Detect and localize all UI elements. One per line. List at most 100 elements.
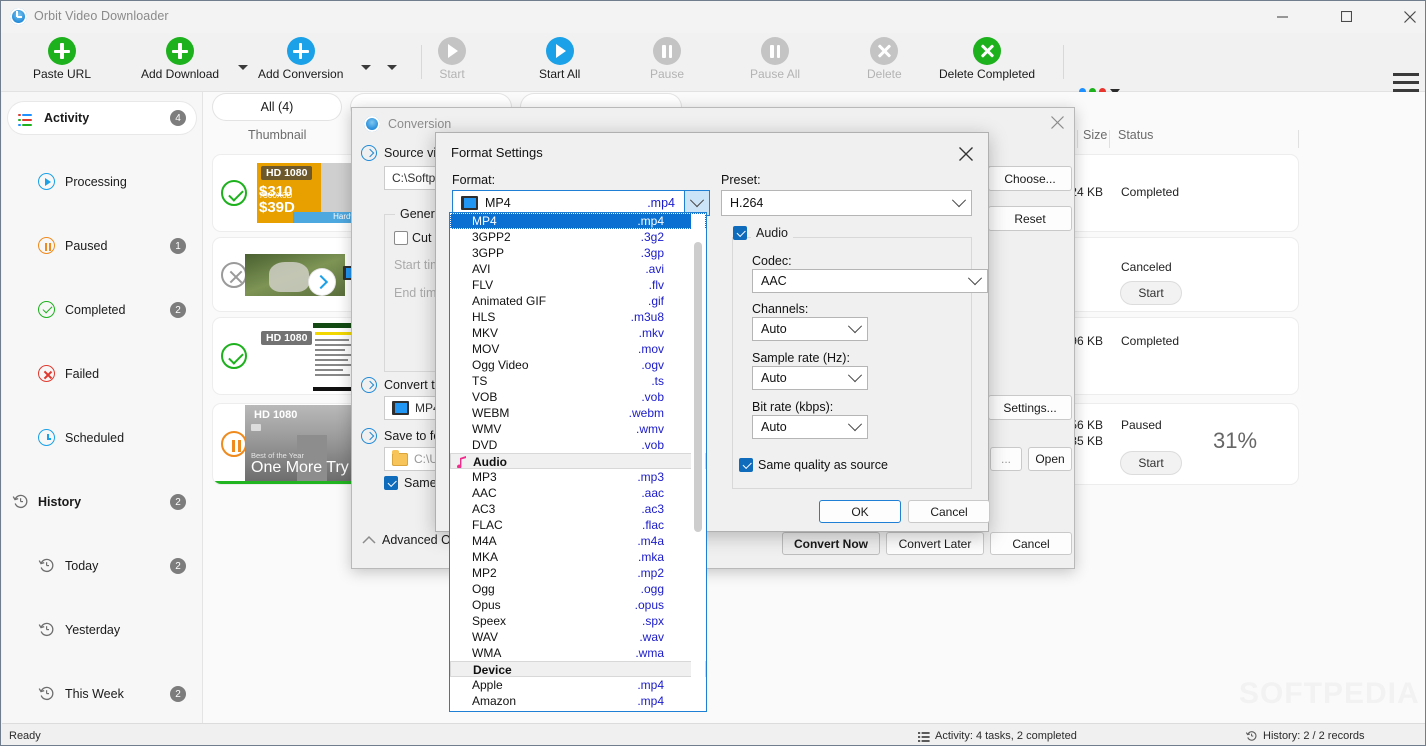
format-option-hls[interactable]: HLS .m3u8 [450, 309, 706, 325]
format-option-aac[interactable]: AAC .aac [450, 485, 706, 501]
format-option-flv[interactable]: FLV .flv [450, 277, 706, 293]
format-option-flac[interactable]: FLAC .flac [450, 517, 706, 533]
format-option-mp3[interactable]: MP3 .mp3 [450, 469, 706, 485]
start-button[interactable]: Start [1121, 282, 1181, 304]
tab-all[interactable]: All (4) [213, 94, 341, 120]
sidebar-label: Processing [65, 175, 127, 189]
format-option-ext: .m4a [637, 534, 664, 548]
cancel-button[interactable]: Cancel [990, 532, 1072, 555]
bit-rate-combo[interactable]: Auto [752, 415, 868, 439]
sample-rate-combo-arrow[interactable] [843, 367, 867, 389]
format-option-speex[interactable]: Speex .spx [450, 613, 706, 629]
format-option-mp4[interactable]: MP4 .mp4 [450, 213, 706, 229]
format-option-avi[interactable]: AVI .avi [450, 261, 706, 277]
same-as-input-checkbox[interactable] [384, 476, 398, 490]
format-settings-close-icon[interactable] [952, 141, 980, 167]
toolbar-button-paste-url[interactable]: Paste URL [33, 37, 91, 81]
sidebar-item-paused[interactable]: Paused 1 [2, 230, 202, 262]
status-cell: Canceled [1121, 260, 1172, 274]
status-ready-text: Ready [9, 730, 41, 742]
format-option-mp2[interactable]: MP2 .mp2 [450, 565, 706, 581]
format-option-wav[interactable]: WAV .wav [450, 629, 706, 645]
bit-rate-combo-arrow[interactable] [843, 416, 867, 438]
codec-combo-arrow[interactable] [963, 270, 987, 292]
toolbar-button-start-all[interactable]: Start All [539, 37, 580, 81]
format-option-ogg[interactable]: Ogg .ogg [450, 581, 706, 597]
sidebar-item-today[interactable]: Today 2 [2, 550, 202, 582]
format-option-webm[interactable]: WEBM .webm [450, 405, 706, 421]
next-thumbnail-icon[interactable] [309, 269, 335, 295]
format-option-mov[interactable]: MOV .mov [450, 341, 706, 357]
choose-button[interactable]: Choose... [988, 166, 1072, 191]
format-cancel-button[interactable]: Cancel [908, 500, 990, 523]
toolbar-button-delete-completed[interactable]: Delete Completed [939, 37, 1035, 81]
channels-combo-arrow[interactable] [843, 318, 867, 340]
add-conversion-dropdown-caret[interactable] [386, 61, 398, 71]
format-dropdown-list[interactable]: MP4 .mp4 3GPP2.3g2 3GPP .3gp AVI .avi FLV .flv An… [449, 212, 707, 712]
format-option-dvd[interactable]: DVD .vob [450, 437, 706, 453]
conversion-dialog-close-icon[interactable] [1043, 109, 1071, 135]
expand-arrow-icon[interactable] [361, 377, 377, 393]
expand-arrow-icon[interactable] [361, 145, 377, 161]
format-option-ac3[interactable]: AC3 .ac3 [450, 501, 706, 517]
format-option-amazon[interactable]: Amazon .mp4 [450, 693, 706, 709]
sidebar-item-completed[interactable]: Completed 2 [2, 294, 202, 326]
format-option-mkv[interactable]: MKV .mkv [450, 325, 706, 341]
sidebar-item-activity[interactable]: Activity 4 [8, 102, 196, 134]
format-option-label: WMA [472, 646, 502, 660]
dropdown-scrollbar[interactable] [691, 214, 705, 710]
format-option-ogg-video[interactable]: Ogg Video .ogv [450, 357, 706, 373]
sidebar-item-failed[interactable]: Failed [2, 358, 202, 390]
collapse-chevron-icon[interactable] [362, 535, 376, 547]
sidebar-item-this-week[interactable]: This Week 2 [2, 678, 202, 710]
sidebar-item-scheduled[interactable]: Scheduled [2, 422, 202, 454]
format-option-3gpp2[interactable]: 3GPP2 .3g2 [450, 229, 706, 245]
sidebar-label: Yesterday [65, 623, 121, 637]
settings-button[interactable]: Settings... [988, 395, 1072, 420]
preset-combo[interactable]: H.264 [721, 190, 972, 216]
convert-now-button[interactable]: Convert Now [782, 532, 880, 555]
same-quality-checkbox[interactable] [739, 458, 753, 472]
codec-combo[interactable]: AAC [752, 269, 988, 293]
dropdown-scrollbar-thumb[interactable] [694, 242, 702, 532]
audio-checkbox[interactable] [733, 226, 747, 240]
format-option-ts[interactable]: TS .ts [450, 373, 706, 389]
paste-url-dropdown-caret[interactable] [237, 61, 249, 71]
reset-button[interactable]: Reset [988, 206, 1072, 231]
format-option-animated-gif[interactable]: Animated GIF .gif [450, 293, 706, 309]
format-option-opus[interactable]: Opus .opus [450, 597, 706, 613]
minimize-icon[interactable] [1259, 1, 1305, 32]
hamburger-menu-icon[interactable] [1393, 73, 1419, 92]
toolbar-button-add-download[interactable]: Add Download [141, 37, 219, 81]
start-button[interactable]: Start [1121, 452, 1181, 474]
sidebar-item-yesterday[interactable]: Yesterday [2, 614, 202, 646]
format-option-apple[interactable]: Apple .mp4 [450, 677, 706, 693]
channels-combo[interactable]: Auto [752, 317, 868, 341]
toolbar-button-start[interactable]: Start [438, 37, 466, 81]
expand-arrow-icon[interactable] [361, 428, 377, 444]
format-option-wmv[interactable]: WMV .wmv [450, 421, 706, 437]
maximize-icon[interactable] [1323, 1, 1369, 32]
ok-button[interactable]: OK [819, 500, 901, 523]
cut-video-checkbox[interactable] [394, 231, 408, 245]
format-option-ext: .aac [641, 486, 664, 500]
toolbar-button-add-conversion[interactable]: Add Conversion [258, 37, 343, 81]
convert-later-button[interactable]: Convert Later [886, 532, 984, 555]
format-option-3gpp[interactable]: 3GPP .3gp [450, 245, 706, 261]
sidebar-item-history[interactable]: History 2 [2, 486, 202, 518]
format-option-wma[interactable]: WMA .wma [450, 645, 706, 661]
open-button[interactable]: Open [1028, 447, 1072, 471]
sample-rate-combo[interactable]: Auto [752, 366, 868, 390]
format-option-mka[interactable]: MKA .mka [450, 549, 706, 565]
close-icon[interactable] [1387, 1, 1425, 32]
format-option-vob[interactable]: VOB .vob [450, 389, 706, 405]
format-option-m4a[interactable]: M4A .m4a [450, 533, 706, 549]
add-download-dropdown-caret[interactable] [360, 61, 372, 71]
sidebar-item-processing[interactable]: Processing [2, 166, 202, 198]
toolbar-button-pause[interactable]: Pause [650, 37, 684, 81]
format-option-ext: .mkv [638, 326, 664, 340]
preset-combo-arrow[interactable] [947, 191, 971, 215]
browse-button[interactable]: ... [990, 447, 1022, 471]
toolbar-button-pause-all[interactable]: Pause All [750, 37, 800, 81]
toolbar-button-delete[interactable]: Delete [867, 37, 902, 81]
